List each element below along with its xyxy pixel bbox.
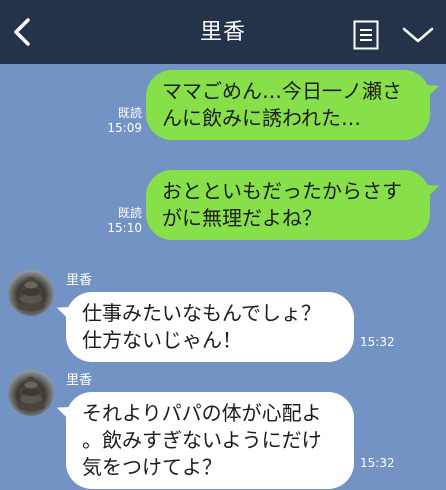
message-text-line: おとといもだったからさす — [162, 179, 402, 203]
message-bubble-outgoing[interactable]: ママごめん…今日一ノ瀬さ んに飲みに誘われた… — [146, 70, 430, 140]
message-bubble-outgoing[interactable]: おとといもだったからさす がに無理だよね？ — [146, 170, 430, 240]
message-text-line: 仕方ないじゃん！ — [82, 328, 242, 352]
message-time: 15:32 — [360, 335, 395, 349]
chat-title: 里香 — [199, 20, 246, 45]
read-receipt: 既読 — [117, 206, 142, 220]
menu-button[interactable] — [402, 26, 434, 44]
message-text-line: 仕事みたいなもんでしょ？ — [82, 301, 321, 325]
message-text-line: 。飲みすぎないようにだけ — [82, 428, 322, 452]
message-text-line: ママごめん…今日一ノ瀬さ — [162, 79, 402, 103]
message-text-line: がに無理だよね？ — [162, 206, 322, 230]
note-button[interactable] — [353, 20, 379, 50]
read-receipt: 既読 — [117, 106, 142, 120]
message-meta: 既読 15:10 — [96, 206, 142, 236]
note-icon — [353, 20, 379, 50]
message-text-line: それよりパパの体が心配よ — [82, 401, 322, 425]
message-text-line: んに飲みに誘われた… — [162, 106, 361, 130]
sender-name: 里香 — [66, 273, 93, 288]
message-time: 15:09 — [107, 121, 142, 135]
message-text-line: 気をつけてよ？ — [82, 455, 222, 479]
message-bubble-incoming[interactable]: それよりパパの体が心配よ 。飲みすぎないようにだけ 気をつけてよ？ — [66, 392, 354, 489]
avatar[interactable] — [8, 270, 54, 316]
avatar[interactable] — [8, 370, 54, 416]
stone-stack-icon — [17, 376, 45, 411]
chevron-down-icon — [402, 27, 434, 43]
message-meta: 既読 15:09 — [96, 106, 142, 136]
stone-stack-icon — [17, 276, 45, 311]
message-bubble-incoming[interactable]: 仕事みたいなもんでしょ？ 仕方ないじゃん！ — [66, 292, 354, 362]
message-time: 15:10 — [107, 221, 142, 235]
chat-header: 里香 — [0, 0, 446, 64]
sender-name: 里香 — [66, 373, 93, 388]
message-time: 15:32 — [360, 456, 395, 470]
